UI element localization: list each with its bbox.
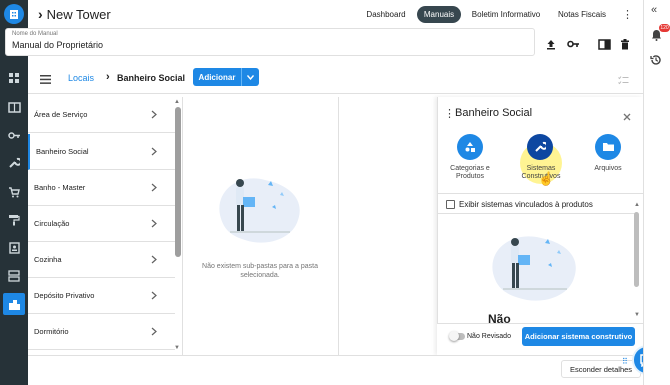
list-item-label: Circulação	[34, 219, 70, 228]
arquivos-label[interactable]: Arquivos	[585, 165, 631, 173]
chevron-right-icon	[151, 255, 157, 264]
key-icon[interactable]	[566, 37, 580, 51]
show-linked-label: Exibir sistemas vinculados à produtos	[459, 200, 593, 209]
wrench-icon[interactable]	[527, 134, 553, 160]
chevron-right-icon: ›	[38, 6, 43, 22]
server-icon[interactable]	[6, 268, 22, 284]
paint-roller-icon[interactable]	[6, 212, 22, 228]
list-item-label: Cozinha	[34, 255, 62, 264]
show-linked-systems[interactable]: Exibir sistemas vinculados à produtos	[446, 200, 593, 209]
page-title: › New Tower	[38, 6, 111, 22]
add-button[interactable]: Adicionar	[193, 68, 259, 86]
cart-icon[interactable]	[6, 184, 22, 200]
checklist-icon[interactable]	[618, 72, 629, 90]
breadcrumb-current: Banheiro Social	[117, 73, 186, 83]
categorias-label[interactable]: Categorias e Produtos	[446, 165, 494, 181]
empty-subfolders-text: Não existem sub-pastas para a pasta sele…	[202, 263, 318, 279]
empty-systems-illustration	[492, 236, 576, 301]
add-button-label: Adicionar	[198, 72, 236, 82]
buildings-icon[interactable]	[3, 293, 25, 315]
trash-icon[interactable]	[618, 37, 632, 51]
scroll-up-icon[interactable]: ▲	[174, 99, 180, 105]
list-item-label: Banheiro Social	[36, 147, 89, 156]
project-title: New Tower	[46, 6, 111, 22]
more-vertical-icon[interactable]: ⋮	[444, 107, 455, 120]
list-item[interactable]: Banheiro Social	[28, 134, 175, 170]
list-item[interactable]: Dormitório	[28, 314, 175, 350]
list-item-label: Banho - Master	[34, 183, 86, 192]
history-icon[interactable]	[650, 53, 662, 71]
manual-name-value[interactable]: Manual do Proprietário	[12, 40, 103, 50]
scroll-up-icon[interactable]: ▲	[634, 202, 640, 208]
empty-state-illustration	[219, 178, 300, 243]
bottom-bar	[28, 355, 643, 385]
chevron-right-icon	[151, 291, 157, 300]
divider	[437, 213, 635, 214]
building-icon	[10, 10, 18, 19]
upload-icon[interactable]	[544, 37, 558, 51]
chevron-down-icon[interactable]	[241, 68, 259, 86]
scroll-down-icon[interactable]: ▼	[634, 312, 640, 318]
list-item[interactable]: Circulação	[28, 206, 175, 242]
wrench-icon[interactable]	[6, 155, 22, 171]
app-logo[interactable]	[4, 4, 24, 24]
list-item-label: Dormitório	[34, 327, 69, 336]
menu-icon[interactable]	[40, 71, 51, 89]
chevron-right-icon	[151, 110, 157, 119]
list-item[interactable]: Depósito Privativo	[28, 278, 175, 314]
tab-notas-fiscais[interactable]: Notas Fiscais	[553, 6, 611, 23]
list-item-label: Área de Serviço	[34, 110, 88, 119]
tab-boletim-informativo[interactable]: Boletim Informativo	[468, 6, 544, 23]
empty-column	[339, 97, 436, 355]
breadcrumb-locais[interactable]: Locais	[68, 73, 94, 83]
tab-dashboard[interactable]: Dashboard	[362, 6, 410, 23]
book-icon[interactable]	[597, 37, 611, 51]
chevron-right-icon	[151, 147, 157, 156]
list-item[interactable]: Cozinha	[28, 242, 175, 278]
list-item-label: Depósito Privativo	[34, 291, 95, 300]
dashboard-icon[interactable]	[6, 70, 22, 86]
review-toggle-knob[interactable]	[449, 331, 459, 341]
close-icon[interactable]	[623, 108, 631, 126]
notifications-badge: 120	[659, 24, 670, 32]
key-icon[interactable]	[6, 127, 22, 143]
divider	[437, 193, 643, 194]
hide-details-button[interactable]: Esconder detalhes	[561, 360, 641, 378]
manual-name-field[interactable]: Nome do Manual Manual do Proprietário	[5, 28, 535, 56]
chevron-right-icon: ›	[106, 71, 110, 83]
locations-list: Área de Serviço Banheiro Social Banho - …	[28, 97, 183, 355]
contact-book-icon[interactable]	[6, 240, 22, 256]
list-item[interactable]: Área de Serviço	[28, 97, 175, 133]
tab-manuais[interactable]: Manuais	[417, 6, 461, 23]
folder-icon[interactable]	[595, 134, 621, 160]
chevron-right-icon	[151, 183, 157, 192]
manual-icon[interactable]	[6, 99, 22, 115]
cursor-hand-icon: ☝	[538, 171, 555, 186]
detail-title: Banheiro Social	[455, 107, 533, 119]
collapse-icon[interactable]: «	[651, 4, 657, 16]
scroll-down-icon[interactable]: ▼	[174, 345, 180, 351]
list-scrollbar[interactable]	[175, 107, 181, 257]
review-toggle-label: Não Revisado	[467, 333, 511, 340]
detail-scrollbar[interactable]	[634, 212, 639, 287]
list-item[interactable]: Banho - Master	[28, 170, 175, 206]
category-icon[interactable]	[457, 134, 483, 160]
more-vertical-icon[interactable]: ⋮	[622, 8, 633, 21]
manual-name-label: Nome do Manual	[12, 31, 58, 37]
chevron-right-icon	[151, 327, 157, 336]
add-system-button[interactable]: Adicionar sistema construtivo	[522, 327, 635, 346]
show-linked-checkbox[interactable]	[446, 200, 455, 209]
chevron-right-icon	[151, 219, 157, 228]
drag-handle-icon[interactable]: ⠿	[622, 357, 628, 366]
